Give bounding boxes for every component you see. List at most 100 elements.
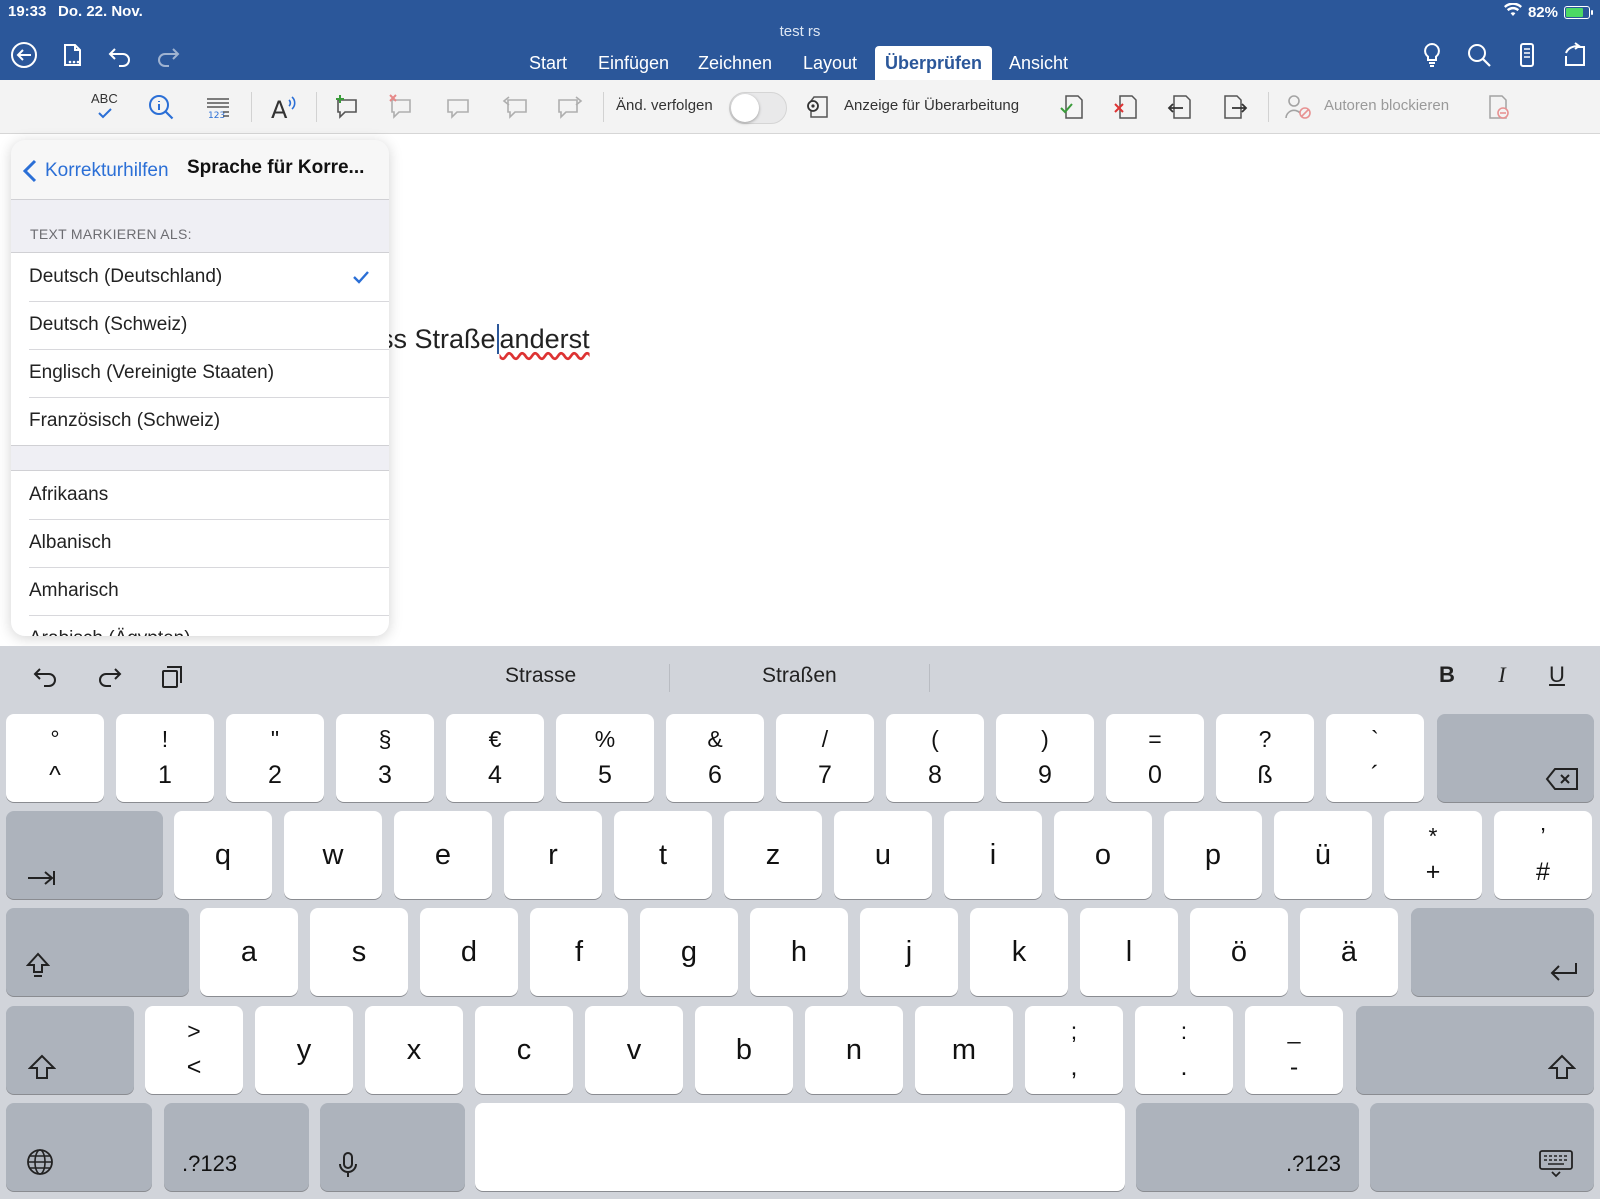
numbers-left-key[interactable]: .?123 — [164, 1103, 309, 1191]
shift-left-key[interactable] — [6, 1006, 134, 1094]
document-text-line[interactable]: ss Straße anderst — [380, 324, 590, 355]
language-item-arabisch-aegypten[interactable]: Arabisch (Ägypten) — [11, 615, 389, 636]
search-icon[interactable] — [1464, 40, 1494, 70]
key-u[interactable]: u — [834, 811, 932, 899]
key-number-4[interactable]: €4 — [446, 714, 544, 802]
keyboard-redo-icon[interactable] — [92, 660, 126, 694]
key-c[interactable]: c — [475, 1006, 573, 1094]
key-b[interactable]: b — [695, 1006, 793, 1094]
key-y[interactable]: y — [255, 1006, 353, 1094]
language-item-franzoesisch-schweiz[interactable]: Französisch (Schweiz) — [11, 397, 389, 445]
lightbulb-icon[interactable] — [1417, 40, 1447, 70]
key-k[interactable]: k — [970, 908, 1068, 996]
keyboard-paste-icon[interactable] — [155, 660, 189, 694]
key-number-9[interactable]: ) 9 — [996, 714, 1094, 802]
suggestion-strassen[interactable]: Straßen — [762, 664, 837, 688]
delete-key[interactable] — [1437, 714, 1594, 802]
return-key[interactable] — [1411, 908, 1594, 996]
key-symbol-0[interactable]: * + — [1384, 811, 1482, 899]
key-e[interactable]: e — [394, 811, 492, 899]
key-number-11[interactable]: ? ß — [1216, 714, 1314, 802]
key-ü[interactable]: ü — [1274, 811, 1372, 899]
markup-settings-icon[interactable] — [800, 89, 836, 125]
key-z[interactable]: z — [724, 811, 822, 899]
key-symbol-1[interactable]: ’ # — [1494, 811, 1592, 899]
key-number-12[interactable]: ` ´ — [1326, 714, 1424, 802]
language-item-amharisch[interactable]: Amharisch — [11, 567, 389, 615]
key-x[interactable]: x — [365, 1006, 463, 1094]
new-comment-icon[interactable] — [329, 89, 365, 125]
key-j[interactable]: j — [860, 908, 958, 996]
numbers-right-key[interactable]: .?123 — [1136, 1103, 1359, 1191]
language-item-albanisch[interactable]: Albanisch — [11, 519, 389, 567]
space-bar[interactable] — [475, 1103, 1125, 1191]
unblock-document-icon[interactable] — [1480, 89, 1516, 125]
back-to-proofing-button[interactable]: Korrekturhilfen — [21, 156, 169, 186]
shift-right-key[interactable] — [1356, 1006, 1594, 1094]
redo-icon[interactable] — [153, 40, 183, 70]
key-i[interactable]: i — [944, 811, 1042, 899]
key-l[interactable]: l — [1080, 908, 1178, 996]
delete-comment-icon[interactable] — [383, 89, 419, 125]
next-comment-icon[interactable] — [552, 89, 588, 125]
key-punct-1[interactable]: :. — [1135, 1006, 1233, 1094]
key-m[interactable]: m — [915, 1006, 1013, 1094]
spelling-icon[interactable]: ABC — [87, 89, 123, 125]
tab-zeichnen[interactable]: Zeichnen — [688, 46, 782, 80]
tab-start[interactable]: Start — [519, 46, 577, 80]
key-h[interactable]: h — [750, 908, 848, 996]
key-punct-0[interactable]: ;, — [1025, 1006, 1123, 1094]
key-ö[interactable]: ö — [1190, 908, 1288, 996]
misspelled-word[interactable]: anderst — [500, 324, 590, 354]
key-number-5[interactable]: % 5 — [556, 714, 654, 802]
key-r[interactable]: r — [504, 811, 602, 899]
next-change-icon[interactable] — [1217, 89, 1253, 125]
show-comments-icon[interactable] — [440, 89, 476, 125]
key-g[interactable]: g — [640, 908, 738, 996]
key-t[interactable]: t — [614, 811, 712, 899]
key-angle-brackets[interactable]: > < — [145, 1006, 243, 1094]
block-authors-icon[interactable] — [1280, 89, 1316, 125]
share-icon[interactable] — [1560, 40, 1590, 70]
underline-button[interactable]: U — [1542, 662, 1572, 688]
file-icon[interactable] — [57, 40, 87, 70]
word-count-icon[interactable]: 123 — [200, 89, 236, 125]
track-changes-toggle[interactable] — [729, 92, 787, 124]
language-item-afrikaans[interactable]: Afrikaans — [11, 471, 389, 519]
key-number-6[interactable]: & 6 — [666, 714, 764, 802]
key-o[interactable]: o — [1054, 811, 1152, 899]
reject-change-icon[interactable] — [1108, 89, 1144, 125]
key-v[interactable]: v — [585, 1006, 683, 1094]
read-aloud-icon[interactable]: A — [265, 89, 301, 125]
key-s[interactable]: s — [310, 908, 408, 996]
key-ä[interactable]: ä — [1300, 908, 1398, 996]
key-n[interactable]: n — [805, 1006, 903, 1094]
language-item-deutsch-deutschland[interactable]: Deutsch (Deutschland) — [11, 253, 389, 301]
previous-comment-icon[interactable] — [497, 89, 533, 125]
key-p[interactable]: p — [1164, 811, 1262, 899]
back-icon[interactable] — [9, 40, 39, 70]
previous-change-icon[interactable] — [1162, 89, 1198, 125]
key-f[interactable]: f — [530, 908, 628, 996]
tab-einfuegen[interactable]: Einfügen — [588, 46, 679, 80]
accept-change-icon[interactable] — [1054, 89, 1090, 125]
globe-key[interactable] — [6, 1103, 152, 1191]
tab-key[interactable] — [6, 811, 163, 899]
key-number-8[interactable]: (8 — [886, 714, 984, 802]
key-number-2[interactable]: " 2 — [226, 714, 324, 802]
key-number-1[interactable]: ! 1 — [116, 714, 214, 802]
caps-lock-key[interactable] — [6, 908, 189, 996]
key-number-3[interactable]: § 3 — [336, 714, 434, 802]
key-w[interactable]: w — [284, 811, 382, 899]
key-punct-2[interactable]: _ - — [1245, 1006, 1343, 1094]
phone-view-icon[interactable] — [1512, 40, 1542, 70]
key-a[interactable]: a — [200, 908, 298, 996]
key-number-7[interactable]: /7 — [776, 714, 874, 802]
suggestion-strasse[interactable]: Strasse — [505, 664, 576, 688]
bold-button[interactable]: B — [1432, 662, 1462, 688]
key-q[interactable]: q — [174, 811, 272, 899]
tab-ueberpruefen[interactable]: Überprüfen — [875, 46, 993, 80]
hide-keyboard-key[interactable] — [1370, 1103, 1594, 1191]
language-item-englisch-usa[interactable]: Englisch (Vereinigte Staaten) — [11, 349, 389, 397]
keyboard-undo-icon[interactable] — [29, 660, 63, 694]
